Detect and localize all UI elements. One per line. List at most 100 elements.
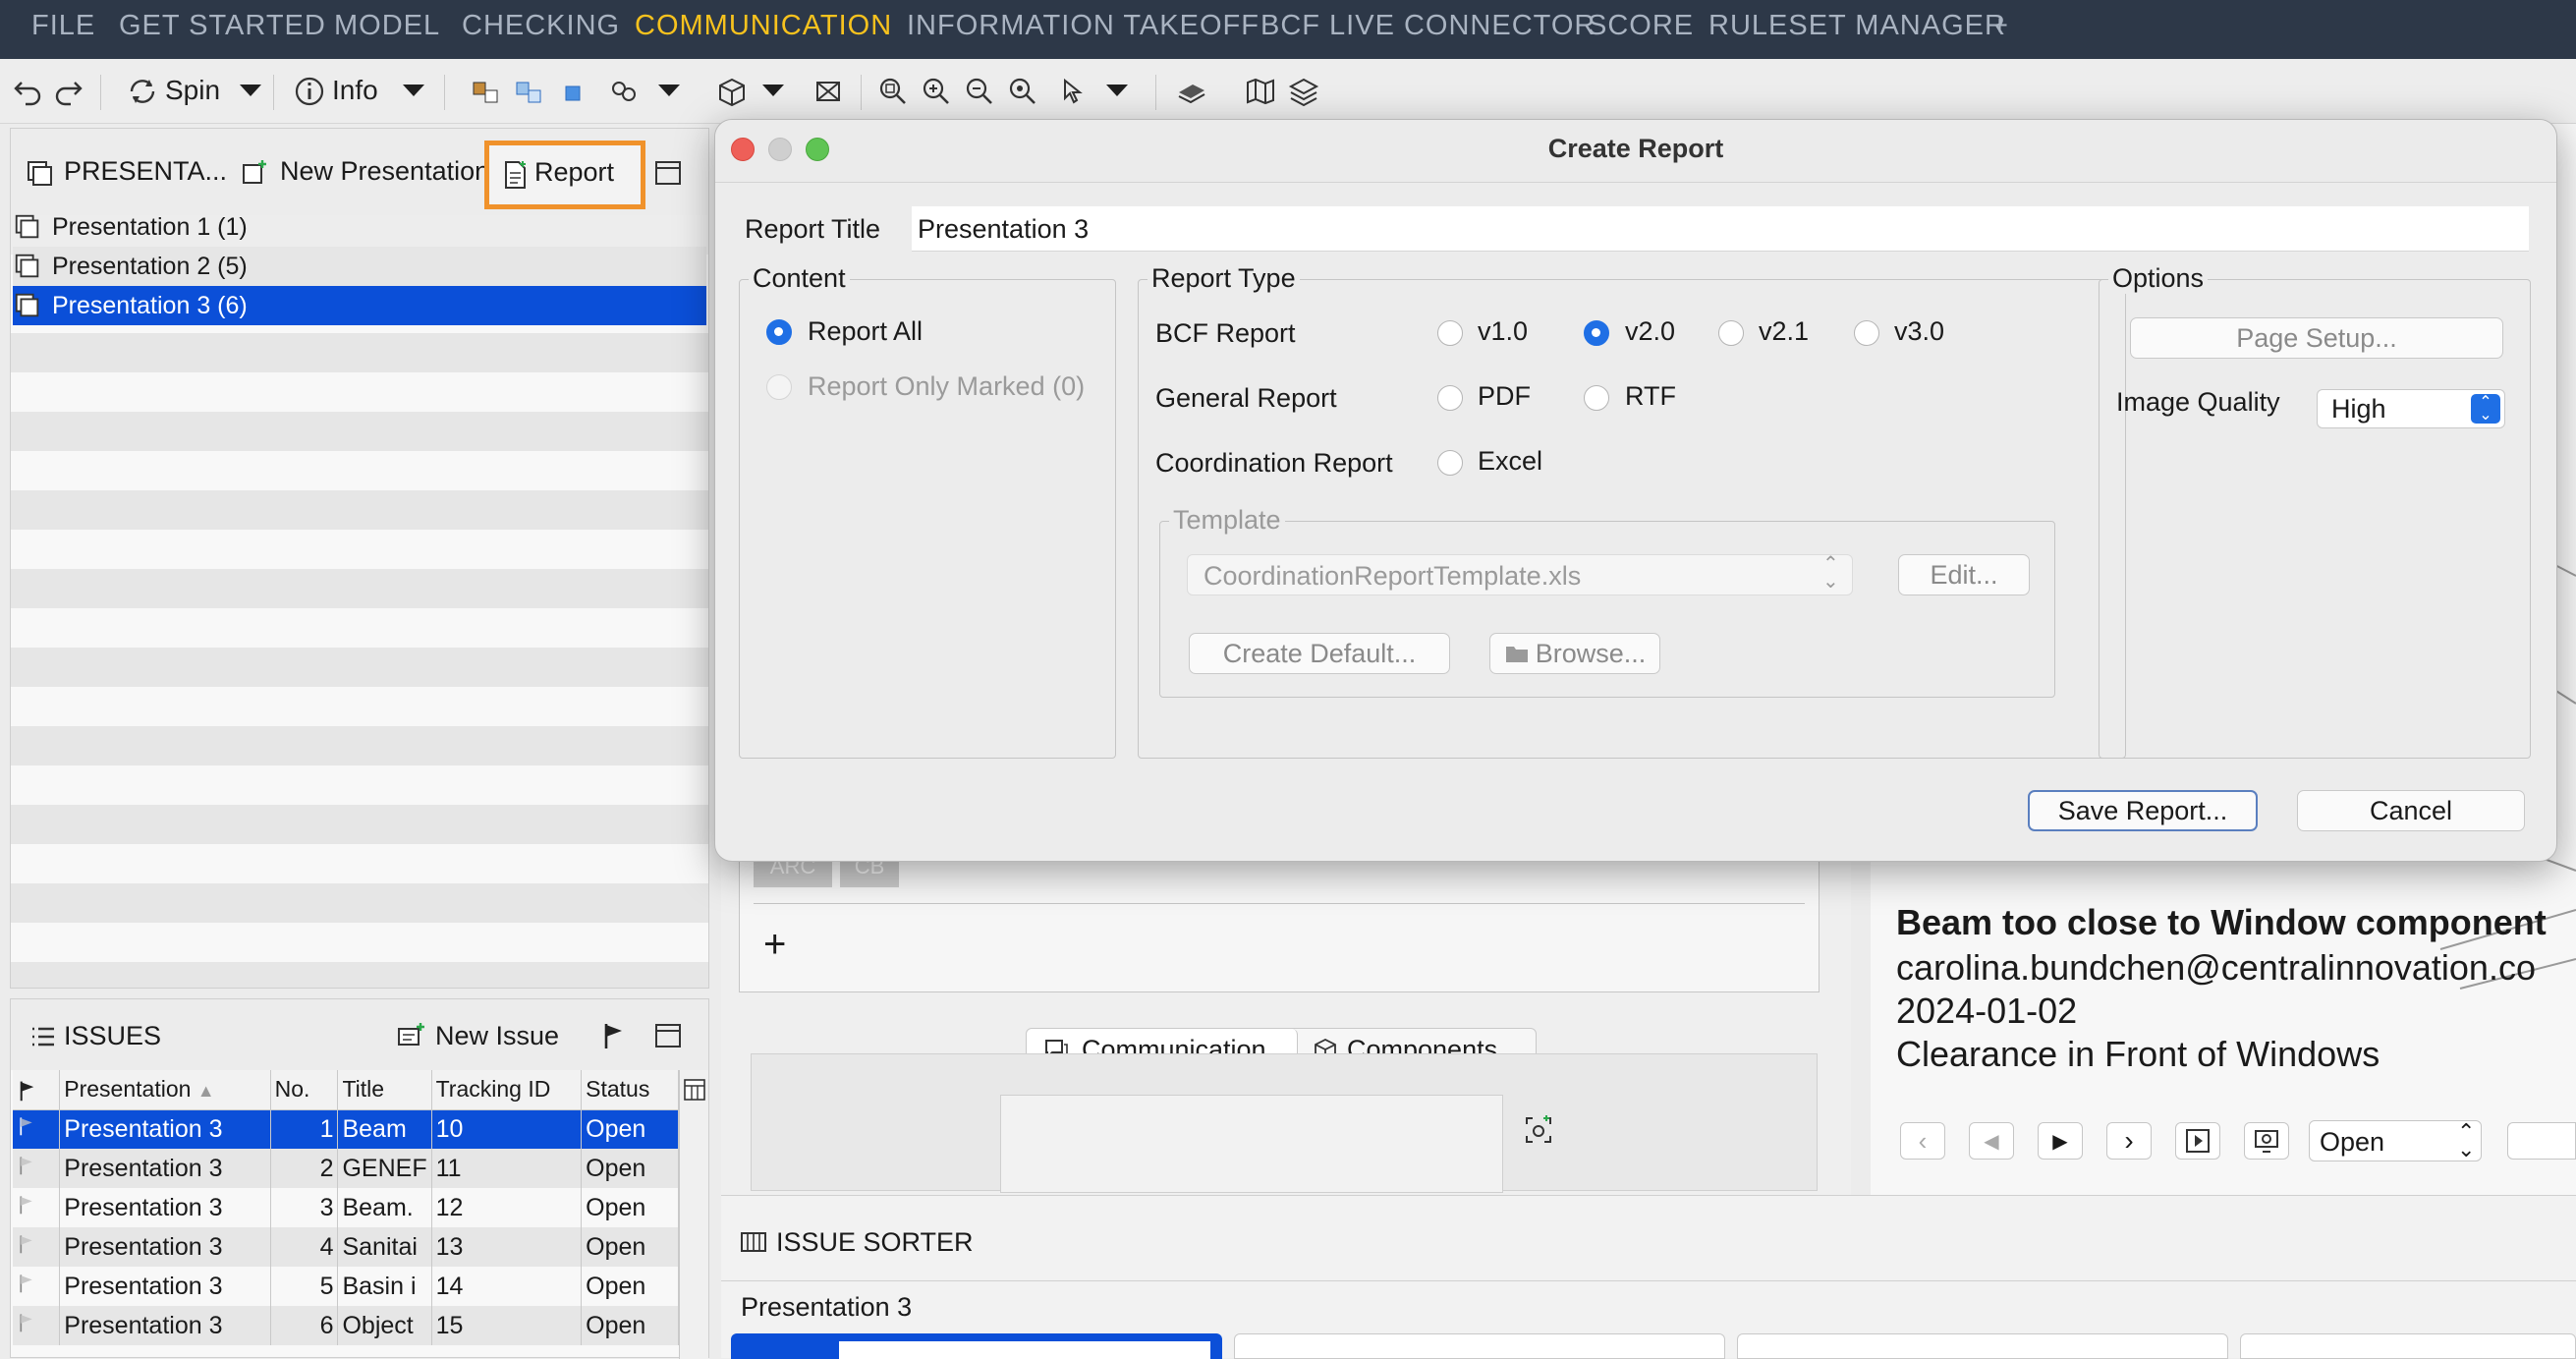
new-presentation-button[interactable]: New Presentation <box>280 156 489 187</box>
column-header-tracking-id[interactable]: Tracking ID <box>431 1070 583 1110</box>
add-markup-button[interactable]: + <box>763 923 786 967</box>
add-snapshot-icon[interactable] <box>1523 1114 1554 1146</box>
flag-cell[interactable] <box>13 1109 61 1149</box>
sorter-column[interactable] <box>1234 1333 1725 1359</box>
info-button[interactable]: Info <box>332 71 378 110</box>
zoom-selection-icon[interactable] <box>1006 75 1039 108</box>
report-only-marked-radio[interactable] <box>766 374 792 400</box>
add-tab-button[interactable]: + <box>1991 10 2009 42</box>
bcf-v2-0-label[interactable]: v2.0 <box>1625 316 1675 347</box>
flag-cell[interactable] <box>13 1188 61 1227</box>
zoom-in-icon[interactable] <box>920 75 953 108</box>
template-select[interactable]: CoordinationReportTemplate.xls ⌃ ⌄ <box>1187 554 1853 595</box>
layers-icon[interactable] <box>1287 75 1320 108</box>
column-header-status[interactable]: Status <box>581 1070 679 1110</box>
menu-file[interactable]: FILE <box>31 10 95 42</box>
report-only-marked-label[interactable]: Report Only Marked (0) <box>808 371 1085 402</box>
components-icon[interactable] <box>607 75 641 108</box>
template-edit-button[interactable]: Edit... <box>1898 554 2030 595</box>
sorter-column-selected[interactable] <box>731 1333 1222 1359</box>
table-row[interactable]: Presentation 3 5 Basin i 14 Open <box>13 1267 679 1306</box>
flag-cell[interactable] <box>13 1267 61 1306</box>
table-row[interactable]: Presentation 3 1 Beam 10 Open <box>13 1109 679 1149</box>
column-header-title[interactable]: Title <box>337 1070 432 1110</box>
bcf-v3-0-label[interactable]: v3.0 <box>1894 316 1944 347</box>
box-icon[interactable] <box>715 75 749 108</box>
menu-ruleset-manager[interactable]: RULESET MANAGER <box>1708 10 2006 42</box>
zoom-fit-icon[interactable] <box>876 75 910 108</box>
presentation-row-1[interactable]: Presentation 1 (1) <box>13 207 706 247</box>
flag-cell[interactable] <box>13 1227 61 1267</box>
zoom-out-icon[interactable] <box>963 75 996 108</box>
bcf-v2-0-radio[interactable] <box>1584 320 1609 346</box>
section-icon[interactable] <box>812 75 845 108</box>
first-issue-button[interactable]: ‹ <box>1900 1122 1945 1160</box>
bcf-v1-0-radio[interactable] <box>1437 320 1463 346</box>
table-row[interactable]: Presentation 3 4 Sanitai 13 Open <box>13 1227 679 1267</box>
bcf-v3-0-radio[interactable] <box>1854 320 1879 346</box>
menu-get-started[interactable]: GET STARTED <box>119 10 326 42</box>
previous-issue-button[interactable]: ◀ <box>1969 1122 2014 1160</box>
visibility-dropdown[interactable] <box>658 71 680 110</box>
view-dropdown[interactable] <box>762 71 784 110</box>
next-issue-button[interactable]: ▶ <box>2038 1122 2083 1160</box>
coordination-excel-label[interactable]: Excel <box>1478 446 1542 477</box>
presentation-row-2[interactable]: Presentation 2 (5) <box>13 247 706 286</box>
new-issue-button[interactable]: New Issue <box>435 1021 559 1051</box>
column-chooser-icon[interactable] <box>683 1078 706 1102</box>
play-presentation-button[interactable] <box>2175 1122 2220 1160</box>
last-issue-button[interactable]: › <box>2106 1122 2152 1160</box>
status-field-clipped[interactable] <box>2507 1122 2576 1160</box>
save-report-button[interactable]: Save Report... <box>2028 790 2258 831</box>
general-rtf-label[interactable]: RTF <box>1625 381 1676 412</box>
browse-button[interactable]: Browse... <box>1489 633 1660 674</box>
table-row[interactable]: Presentation 3 3 Beam. 12 Open <box>13 1188 679 1227</box>
menu-checking[interactable]: CHECKING <box>462 10 620 42</box>
sorter-column[interactable] <box>1737 1333 2228 1359</box>
menu-score[interactable]: SCORE <box>1588 10 1694 42</box>
create-default-button[interactable]: Create Default... <box>1189 633 1450 674</box>
bcf-v1-0-label[interactable]: v1.0 <box>1478 316 1528 347</box>
menu-communication[interactable]: COMMUNICATION <box>635 10 892 42</box>
flag-icon[interactable] <box>600 1021 628 1050</box>
bcf-v2-1-radio[interactable] <box>1718 320 1744 346</box>
cubes-icon[interactable] <box>470 75 503 108</box>
report-all-radio[interactable] <box>766 319 792 345</box>
menu-model[interactable]: MODEL <box>334 10 440 42</box>
flag-cell[interactable] <box>13 1149 61 1188</box>
transparent-cubes-icon[interactable] <box>513 75 546 108</box>
flag-column-header[interactable] <box>13 1070 61 1110</box>
column-header-presentation[interactable]: Presentation ▲ <box>59 1070 271 1110</box>
cancel-button[interactable]: Cancel <box>2297 790 2525 831</box>
isolate-cube-icon[interactable] <box>556 75 589 108</box>
sorter-column[interactable] <box>2240 1333 2576 1359</box>
general-rtf-radio[interactable] <box>1584 385 1609 411</box>
redo-icon[interactable] <box>51 75 84 108</box>
table-scrollbar[interactable] <box>679 1070 708 1359</box>
report-all-label[interactable]: Report All <box>808 316 923 347</box>
table-row[interactable]: Presentation 3 2 GENEF 11 Open <box>13 1149 679 1188</box>
report-title-input[interactable]: Presentation 3 <box>912 206 2529 252</box>
status-select[interactable]: Open ⌃ ⌄ <box>2309 1120 2482 1161</box>
maximize-panel-icon[interactable] <box>653 1021 683 1050</box>
image-quality-select[interactable]: High ⌃ ⌄ <box>2317 389 2505 428</box>
presenter-button[interactable] <box>2244 1122 2289 1160</box>
layer-plane-icon[interactable] <box>1175 75 1208 108</box>
spin-button[interactable]: Spin <box>165 71 220 110</box>
map-icon[interactable] <box>1244 75 1277 108</box>
report-button[interactable]: Report <box>484 141 645 209</box>
bcf-v2-1-label[interactable]: v2.1 <box>1759 316 1809 347</box>
pointer-icon[interactable] <box>1057 75 1091 108</box>
flag-cell[interactable] <box>13 1306 61 1345</box>
spin-dropdown[interactable] <box>240 71 261 110</box>
page-setup-button[interactable]: Page Setup... <box>2130 317 2503 359</box>
table-row[interactable]: Presentation 3 6 Object 15 Open <box>13 1306 679 1345</box>
undo-icon[interactable] <box>12 75 45 108</box>
info-dropdown[interactable] <box>403 71 424 110</box>
column-header-no[interactable]: No. <box>270 1070 339 1110</box>
general-pdf-label[interactable]: PDF <box>1478 381 1531 412</box>
menu-bcf-live-connector[interactable]: BCF LIVE CONNECTOR <box>1260 10 1596 42</box>
general-pdf-radio[interactable] <box>1437 385 1463 411</box>
coordination-excel-radio[interactable] <box>1437 450 1463 476</box>
maximize-panel-icon[interactable] <box>653 158 683 188</box>
